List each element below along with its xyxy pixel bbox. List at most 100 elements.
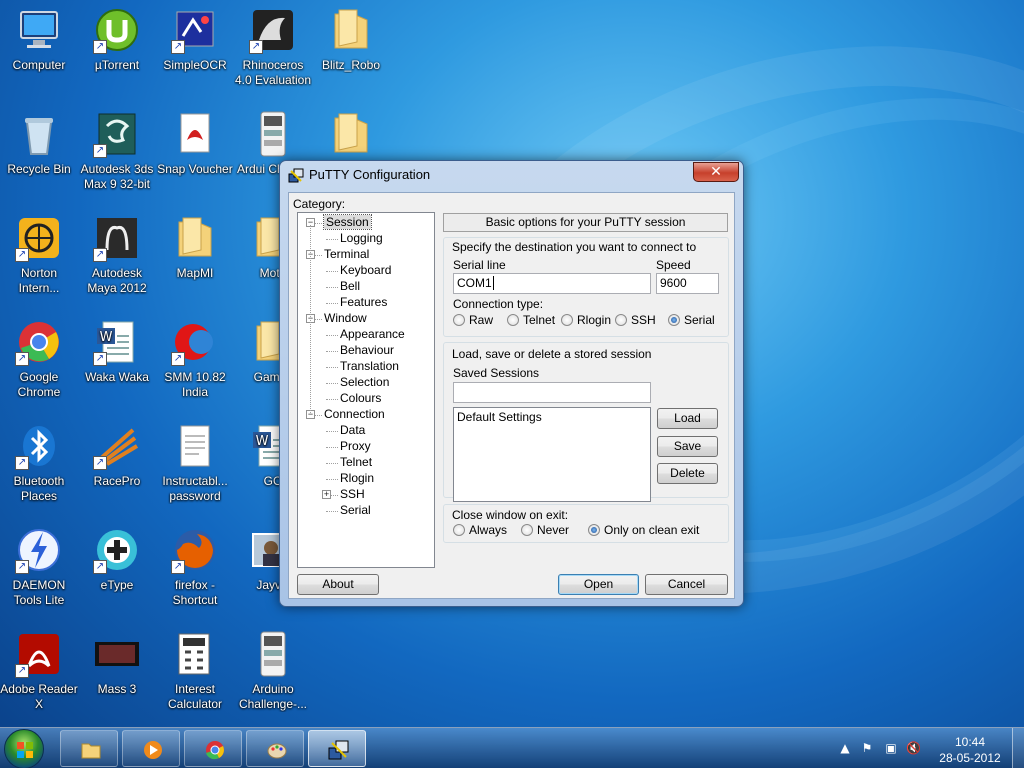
tree-item[interactable]: Bell <box>340 279 360 294</box>
radio-label: Always <box>469 523 508 537</box>
category-tree[interactable]: Session − Logging Terminal − Keyboard Bell Feat… <box>297 212 435 568</box>
desktop-icon[interactable]: ↗ SimpleOCR <box>156 0 234 100</box>
desktop-icon-label: Recycle Bin <box>7 162 71 176</box>
tree-item[interactable]: Logging <box>340 231 383 246</box>
tree-item[interactable]: Appearance <box>340 327 405 342</box>
desktop-icon[interactable]: W ↗ Waka Waka <box>78 312 156 412</box>
desktop-icon[interactable]: ↗ firefox - Shortcut <box>156 520 234 620</box>
tree-item[interactable]: Features <box>340 295 387 310</box>
tree-item[interactable]: Window <box>324 311 367 326</box>
desktop-icon-label: eType <box>100 578 134 592</box>
taskbar-button[interactable] <box>246 730 304 767</box>
shortcut-arrow-icon: ↗ <box>93 144 107 158</box>
taskbar-button[interactable] <box>122 730 180 767</box>
tree-item-label: Keyboard <box>340 263 392 277</box>
desktop-icon[interactable]: Interest Calculator <box>156 624 234 724</box>
speed-input[interactable]: 9600 <box>656 273 719 294</box>
tree-item[interactable]: SSH <box>340 487 365 502</box>
desktop-icon[interactable]: ↗ Adobe Reader X <box>0 624 78 724</box>
tree-item[interactable]: Keyboard <box>340 263 391 278</box>
shortcut-arrow-icon: ↗ <box>15 352 29 366</box>
close-on-exit-heading: Close window on exit: <box>452 508 569 522</box>
tree-item[interactable]: Selection <box>340 375 389 390</box>
tree-item[interactable]: Colours <box>340 391 381 406</box>
tree-item-label: SSH <box>340 487 365 501</box>
putty-icon <box>288 168 304 184</box>
chevron-up-icon[interactable]: ▲ <box>838 741 852 755</box>
volume-muted-icon[interactable]: 🔇 <box>906 741 921 755</box>
tree-item[interactable]: Terminal <box>324 247 369 262</box>
desktop-icon[interactable]: ↗ SMM 10.82 India <box>156 312 234 412</box>
sessions-heading: Load, save or delete a stored session <box>452 347 652 361</box>
chrome-icon: ↗ <box>15 318 63 366</box>
window-titlebar[interactable]: PuTTY Configuration ✕ <box>280 161 743 189</box>
tree-item[interactable]: Data <box>340 423 365 438</box>
desktop-icon[interactable]: MapMI <box>156 208 234 308</box>
tree-item[interactable]: Proxy <box>340 439 371 454</box>
close-button[interactable]: ✕ <box>693 162 739 182</box>
desktop-icon[interactable]: Recycle Bin <box>0 104 78 204</box>
shortcut-arrow-icon: ↗ <box>93 248 107 262</box>
show-desktop-button[interactable] <box>1012 728 1024 768</box>
session-list-item[interactable]: Default Settings <box>457 410 647 424</box>
saved-sessions-input[interactable] <box>453 382 651 403</box>
desktop-icon[interactable]: ↗ Norton Intern... <box>0 208 78 308</box>
desktop-icon[interactable]: Snap Voucher <box>156 104 234 204</box>
desktop-icon-label: Snap Voucher <box>157 162 233 176</box>
svg-text:W: W <box>256 434 269 449</box>
desktop-icon[interactable]: ↗ Autodesk Maya 2012 <box>78 208 156 308</box>
serial-line-input[interactable]: COM1 <box>453 273 651 294</box>
desktop-icon[interactable]: Computer <box>0 0 78 100</box>
desktop-icon[interactable]: ↗ DAEMON Tools Lite <box>0 520 78 620</box>
desktop-icon[interactable]: ↗ Bluetooth Places <box>0 416 78 516</box>
desktop-icon[interactable]: ↗ RacePro <box>78 416 156 516</box>
taskbar-button[interactable] <box>60 730 118 767</box>
tree-item-label: Window <box>324 311 367 325</box>
load-button[interactable]: Load <box>657 408 718 429</box>
clock-date[interactable]: 28-05-2012 <box>930 751 1010 765</box>
desktop-icon[interactable]: ↗ Rhinoceros 4.0 Evaluation <box>234 0 312 100</box>
desktop-icon[interactable]: Arduino Challenge-... <box>234 624 312 724</box>
desktop-icon-label: µTorrent <box>94 58 140 72</box>
desktop-icon-label: firefox - Shortcut <box>172 578 218 607</box>
tree-item-label: Proxy <box>340 439 371 453</box>
flag-icon[interactable]: ⚑ <box>860 741 874 755</box>
tree-item[interactable]: Rlogin <box>340 471 374 486</box>
taskbar-button[interactable] <box>308 730 366 767</box>
save-button[interactable]: Save <box>657 436 718 457</box>
desktop-icon[interactable]: ↗ Google Chrome <box>0 312 78 412</box>
desktop-icon[interactable]: ↗ Autodesk 3ds Max 9 32-bit <box>78 104 156 204</box>
tree-item[interactable]: Serial <box>340 503 371 518</box>
tree-connector <box>326 239 338 240</box>
expand-icon[interactable]: + <box>322 490 331 499</box>
desktop-icon-label: Mass 3 <box>97 682 137 696</box>
clock-time[interactable]: 10:44 <box>940 735 1000 749</box>
radio-label: Serial <box>684 313 715 327</box>
desktop-icon[interactable]: Mass 3 <box>78 624 156 724</box>
open-button[interactable]: Open <box>558 574 639 595</box>
about-button[interactable]: About <box>297 574 379 595</box>
delete-button[interactable]: Delete <box>657 463 718 484</box>
tree-item[interactable]: Behaviour <box>340 343 394 358</box>
desktop-icon-label: Rhinoceros 4.0 Evaluation <box>234 58 312 87</box>
cancel-button[interactable]: Cancel <box>645 574 728 595</box>
desktop-icon[interactable]: Blitz_Robo <box>312 0 390 100</box>
tree-connector <box>326 367 338 368</box>
tree-item[interactable]: Translation <box>340 359 399 374</box>
chrome-icon <box>204 739 226 761</box>
taskbar-button[interactable] <box>184 730 242 767</box>
desktop-icon[interactable]: ↗ µTorrent <box>78 0 156 100</box>
radio-label: Rlogin <box>577 313 612 327</box>
saved-sessions-list[interactable]: Default Settings <box>453 407 651 502</box>
desktop-icon[interactable]: Instructabl... password <box>156 416 234 516</box>
desktop-icon[interactable]: ↗ eType <box>78 520 156 620</box>
tree-item[interactable]: Connection <box>324 407 385 422</box>
calculator-icon <box>171 630 219 678</box>
radio-indicator <box>561 314 573 326</box>
simpleocr-icon: ↗ <box>171 6 219 54</box>
start-button[interactable] <box>4 729 44 768</box>
panel-banner: Basic options for your PuTTY session <box>443 213 728 232</box>
tree-item[interactable]: Session <box>323 214 372 230</box>
tree-item[interactable]: Telnet <box>340 455 372 470</box>
network-icon[interactable]: ▣ <box>884 741 898 755</box>
